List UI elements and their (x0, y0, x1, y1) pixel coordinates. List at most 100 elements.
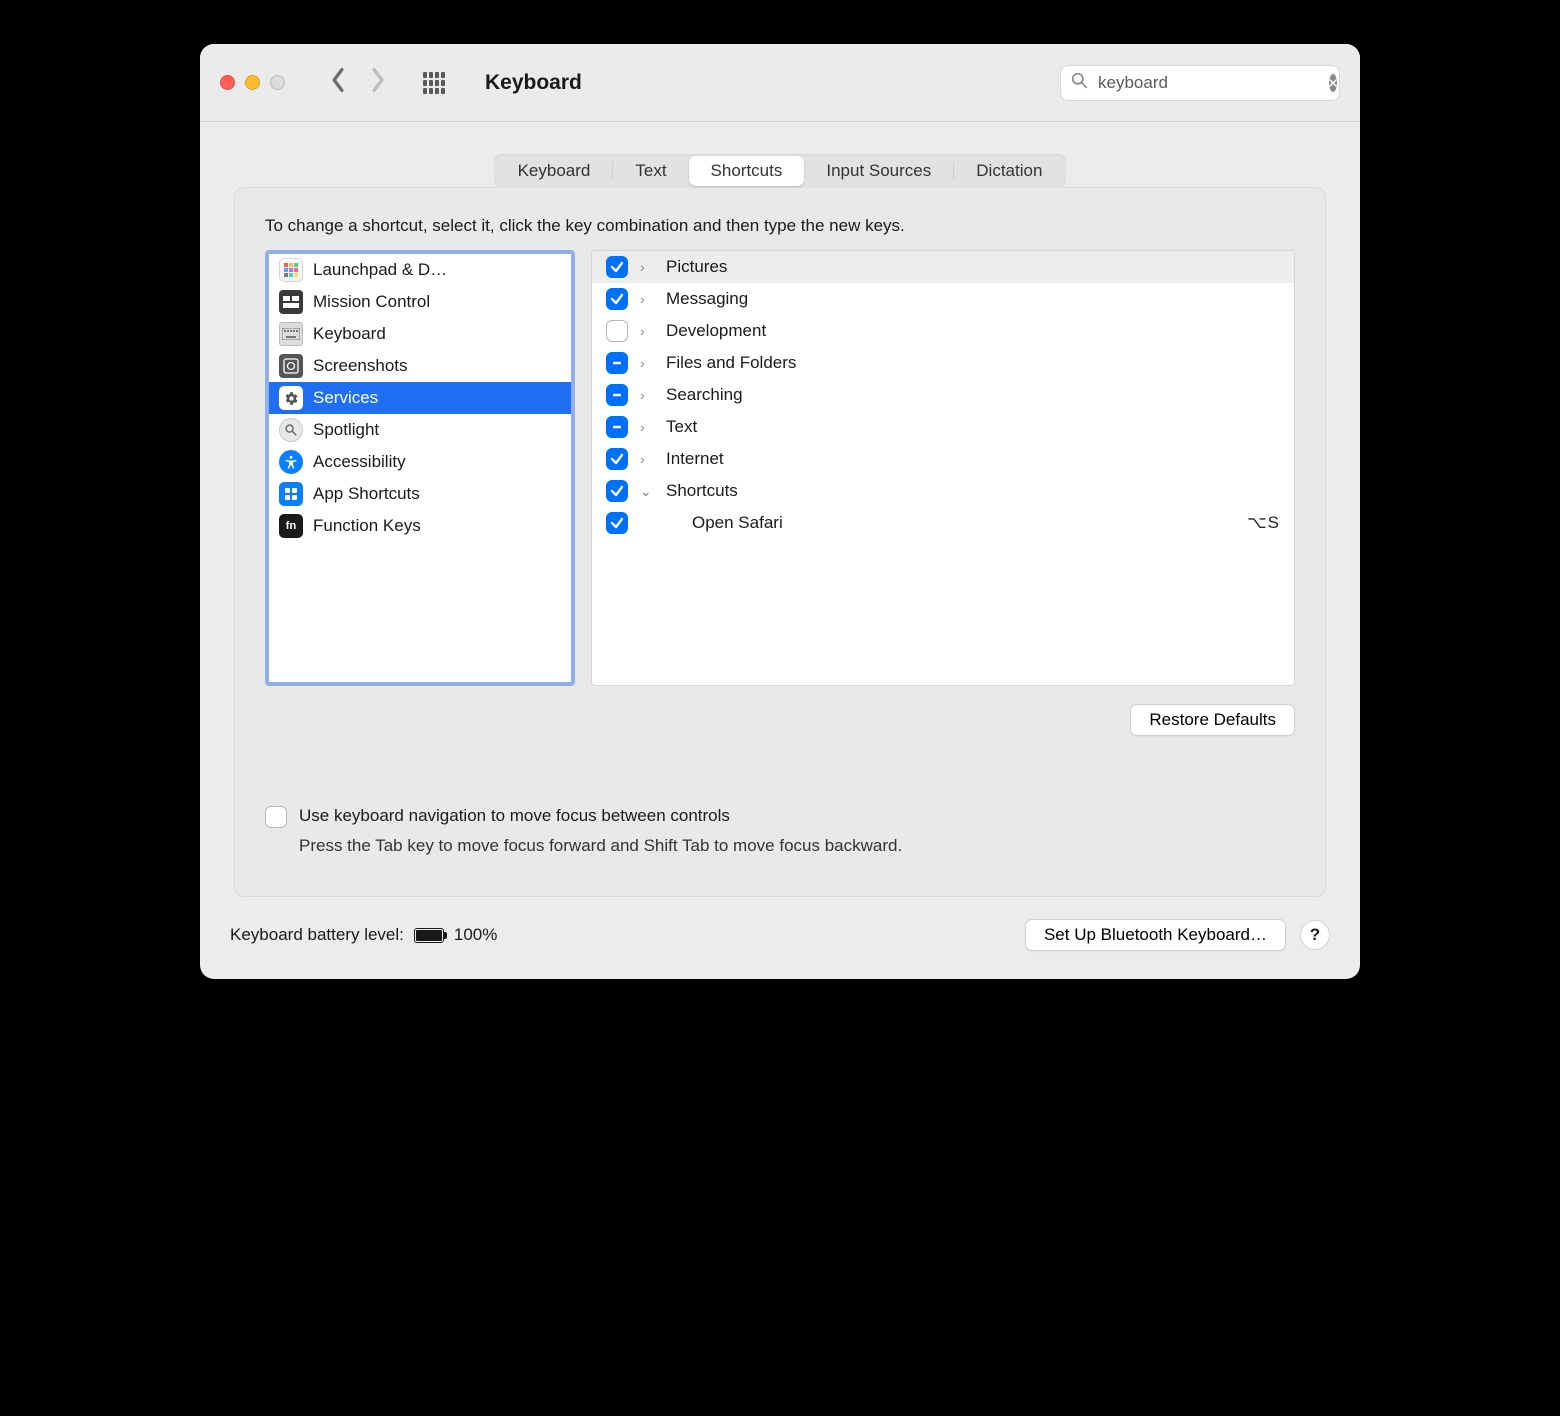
chevron-down-icon[interactable]: ⌄ (640, 483, 654, 500)
services-icon (279, 386, 303, 410)
back-button[interactable] (329, 67, 347, 98)
shortcut-group[interactable]: ⌄ Shortcuts (592, 475, 1294, 507)
shortcut-label: Development (666, 321, 1280, 341)
category-label: Function Keys (313, 516, 421, 536)
shortcut-group[interactable]: › Messaging (592, 283, 1294, 315)
titlebar: Keyboard (200, 44, 1360, 122)
clear-search-button[interactable] (1329, 74, 1337, 92)
keyboard-icon (279, 322, 303, 346)
chevron-right-icon[interactable]: › (640, 387, 654, 403)
category-spotlight[interactable]: Spotlight (269, 414, 571, 446)
tab-dictation[interactable]: Dictation (954, 156, 1064, 186)
category-label: App Shortcuts (313, 484, 420, 504)
category-label: Services (313, 388, 378, 408)
category-apps[interactable]: App Shortcuts (269, 478, 571, 510)
instruction-text: To change a shortcut, select it, click t… (265, 216, 1295, 236)
nav-buttons (329, 67, 387, 98)
checkbox[interactable] (606, 512, 628, 534)
shortcut-label: Messaging (666, 289, 1280, 309)
checkbox[interactable] (606, 384, 628, 406)
checkbox[interactable] (606, 416, 628, 438)
shortcut-label: Searching (666, 385, 1280, 405)
mission-icon (279, 290, 303, 314)
shortcut-group[interactable]: › Searching (592, 379, 1294, 411)
checkbox[interactable] (606, 480, 628, 502)
help-button[interactable]: ? (1300, 920, 1330, 950)
restore-defaults-button[interactable]: Restore Defaults (1130, 704, 1295, 736)
screenshots-icon (279, 354, 303, 378)
chevron-right-icon[interactable]: › (640, 323, 654, 339)
zoom-window-button[interactable] (270, 75, 285, 90)
search-field[interactable] (1060, 65, 1340, 101)
category-label: Keyboard (313, 324, 386, 344)
fn-icon: fn (279, 514, 303, 538)
category-label: Spotlight (313, 420, 379, 440)
shortcut-label: Internet (666, 449, 1280, 469)
checkbox[interactable] (606, 320, 628, 342)
apps-icon (279, 482, 303, 506)
close-window-button[interactable] (220, 75, 235, 90)
checkbox[interactable] (606, 256, 628, 278)
keyboard-nav-hint: Press the Tab key to move focus forward … (299, 836, 902, 856)
category-services[interactable]: Services (269, 382, 571, 414)
chevron-right-icon[interactable]: › (640, 355, 654, 371)
keyboard-nav-checkbox[interactable] (265, 806, 287, 828)
minimize-window-button[interactable] (245, 75, 260, 90)
shortcut-label: Pictures (666, 257, 1280, 277)
shortcut-group[interactable]: › Internet (592, 443, 1294, 475)
category-keyboard[interactable]: Keyboard (269, 318, 571, 350)
launchpad-icon (279, 258, 303, 282)
checkbox[interactable] (606, 288, 628, 310)
category-mission[interactable]: Mission Control (269, 286, 571, 318)
tab-bar: KeyboardTextShortcutsInput SourcesDictat… (230, 154, 1330, 188)
checkbox[interactable] (606, 448, 628, 470)
shortcut-keys[interactable]: ⌥S (1247, 513, 1280, 533)
keyboard-nav-option: Use keyboard navigation to move focus be… (265, 806, 1295, 856)
shortcut-label: Text (666, 417, 1280, 437)
forward-button[interactable] (369, 67, 387, 98)
search-icon (1071, 72, 1088, 94)
battery-percent: 100% (454, 925, 497, 945)
show-all-icon[interactable] (423, 72, 445, 94)
shortcut-group[interactable]: › Files and Folders (592, 347, 1294, 379)
shortcut-group[interactable]: › Text (592, 411, 1294, 443)
shortcut-group[interactable]: › Development (592, 315, 1294, 347)
search-input[interactable] (1098, 73, 1319, 93)
chevron-right-icon[interactable]: › (640, 451, 654, 467)
category-label: Screenshots (313, 356, 408, 376)
category-label: Launchpad & D… (313, 260, 447, 280)
chevron-right-icon[interactable]: › (640, 291, 654, 307)
shortcut-label: Shortcuts (666, 481, 1280, 501)
category-accessibility[interactable]: Accessibility (269, 446, 571, 478)
category-label: Mission Control (313, 292, 430, 312)
window-title: Keyboard (485, 71, 582, 95)
setup-bluetooth-button[interactable]: Set Up Bluetooth Keyboard… (1025, 919, 1286, 951)
checkbox[interactable] (606, 352, 628, 374)
battery-status: Keyboard battery level: 100% (230, 925, 497, 945)
tab-shortcuts[interactable]: Shortcuts (689, 156, 805, 186)
category-fn[interactable]: fn Function Keys (269, 510, 571, 542)
category-label: Accessibility (313, 452, 406, 472)
shortcut-label: Files and Folders (666, 353, 1280, 373)
shortcuts-pane: To change a shortcut, select it, click t… (234, 187, 1326, 897)
chevron-right-icon[interactable]: › (640, 259, 654, 275)
tab-keyboard[interactable]: Keyboard (496, 156, 613, 186)
spotlight-icon (279, 418, 303, 442)
shortcut-group[interactable]: › Pictures (592, 251, 1294, 283)
battery-icon (414, 928, 444, 943)
shortcut-item-label: Open Safari (666, 513, 1235, 533)
accessibility-icon (279, 450, 303, 474)
category-list[interactable]: Launchpad & D… Mission Control Keyboard Scr… (265, 250, 575, 686)
category-launchpad[interactable]: Launchpad & D… (269, 254, 571, 286)
keyboard-nav-label: Use keyboard navigation to move focus be… (299, 806, 902, 826)
shortcut-list[interactable]: › Pictures › Messaging › Development › Files an… (591, 250, 1295, 686)
shortcut-item[interactable]: Open Safari ⌥S (592, 507, 1294, 539)
footer: Keyboard battery level: 100% Set Up Blue… (200, 897, 1360, 979)
window-controls (220, 75, 285, 90)
battery-label: Keyboard battery level: (230, 925, 404, 945)
tab-text[interactable]: Text (613, 156, 688, 186)
tab-input-sources[interactable]: Input Sources (804, 156, 953, 186)
preferences-window: Keyboard KeyboardTextShortcutsInput Sour… (200, 44, 1360, 979)
chevron-right-icon[interactable]: › (640, 419, 654, 435)
category-screenshots[interactable]: Screenshots (269, 350, 571, 382)
